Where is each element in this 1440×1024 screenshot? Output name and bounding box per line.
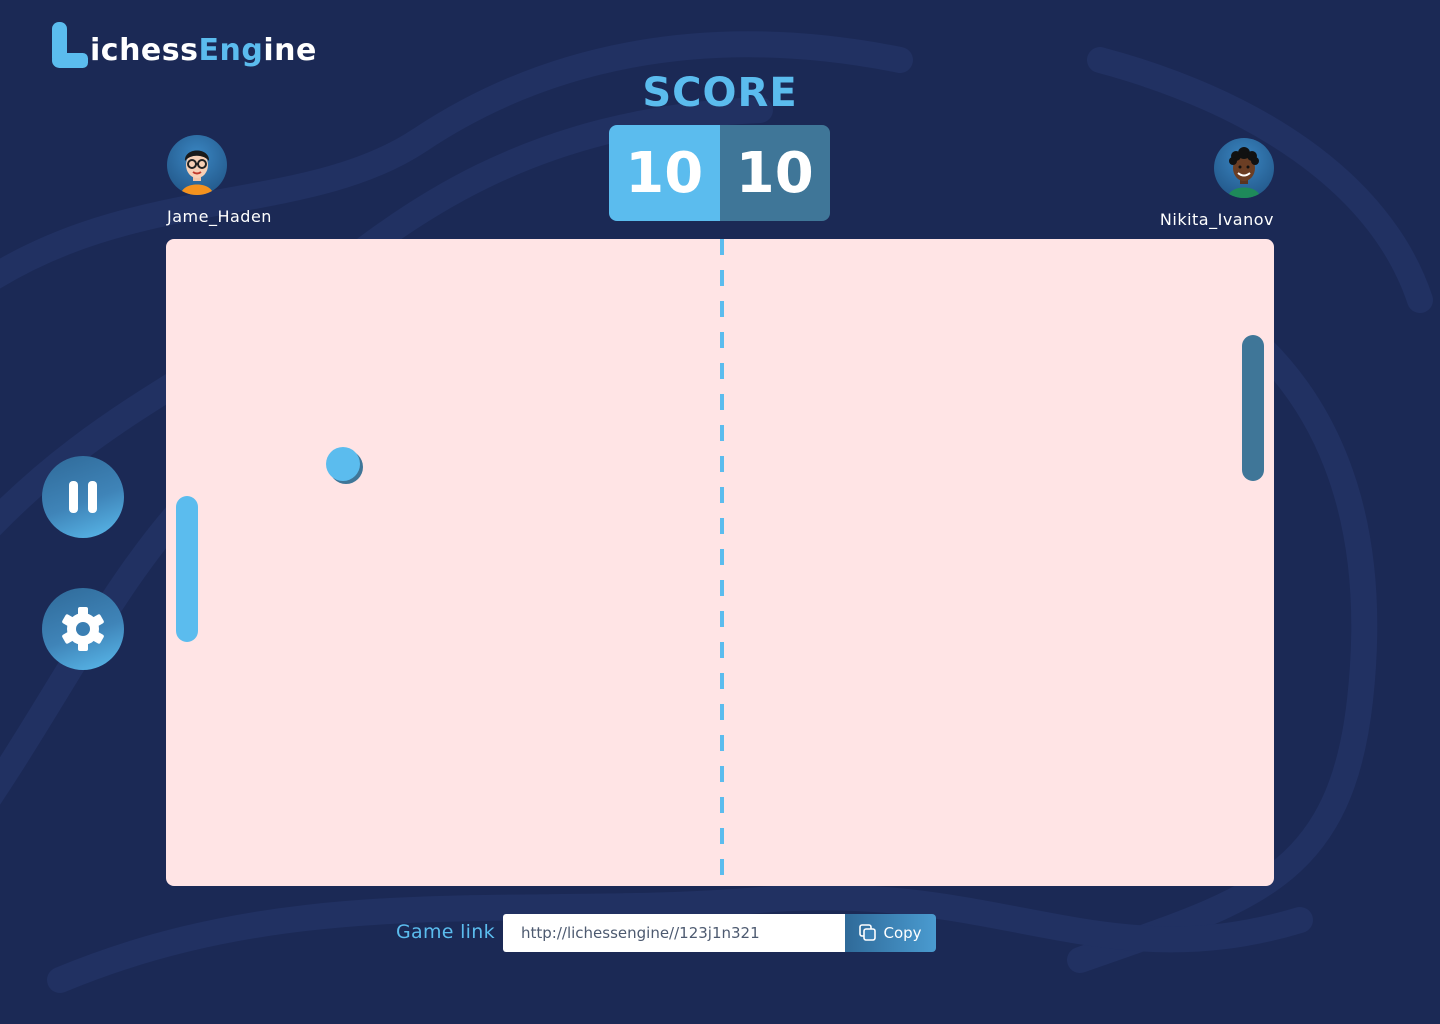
paddle-right (1242, 335, 1264, 481)
score-right: 10 (719, 125, 830, 221)
settings-button[interactable] (42, 588, 124, 670)
player-name-right: Nikita_Ivanov (1159, 210, 1274, 229)
copy-icon (859, 924, 877, 941)
scoreboard: 10 10 (609, 125, 830, 221)
player-left: Jame_Haden (167, 135, 272, 226)
copy-button[interactable]: Copy (845, 914, 936, 952)
game-link-label: Game link (396, 921, 495, 943)
pause-icon (69, 481, 97, 513)
center-net (720, 239, 724, 886)
brand-logo[interactable]: ichessEngine (52, 18, 317, 70)
pause-button[interactable] (42, 456, 124, 538)
game-link-input[interactable] (503, 914, 845, 952)
brand-name: ichessEngine (90, 33, 317, 68)
paddle-left[interactable] (176, 496, 198, 642)
gear-icon (62, 607, 104, 651)
score-title: SCORE (642, 70, 798, 116)
avatar-left[interactable] (167, 135, 227, 195)
game-board[interactable] (166, 239, 1274, 886)
ball (326, 447, 360, 481)
score-left: 10 (609, 125, 720, 221)
avatar-right[interactable] (1214, 138, 1274, 198)
player-name-left: Jame_Haden (167, 207, 272, 226)
logo-icon (52, 22, 88, 70)
player-right: Nikita_Ivanov (1160, 138, 1274, 229)
copy-label: Copy (883, 924, 922, 942)
